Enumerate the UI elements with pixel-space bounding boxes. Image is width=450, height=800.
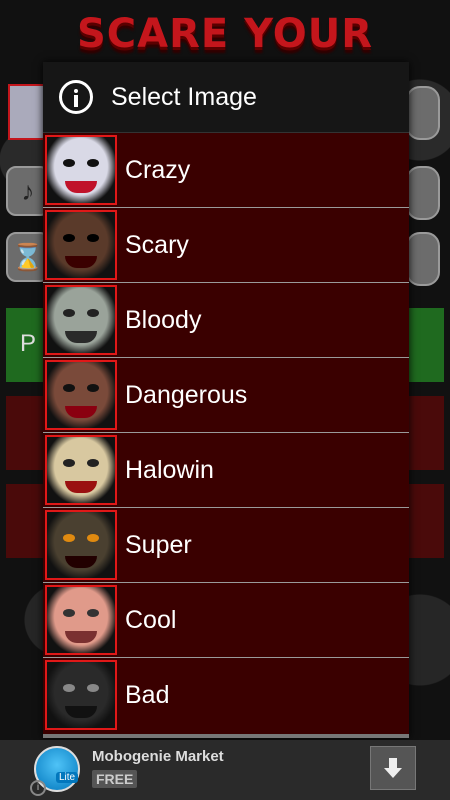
bloody-face-thumbnail-icon [45, 285, 117, 355]
bad-face-thumbnail-icon [45, 660, 117, 730]
background-green-button-label: P [20, 330, 37, 357]
image-option-dangerous[interactable]: Dangerous [43, 357, 409, 432]
image-option-halowin[interactable]: Halowin [43, 432, 409, 507]
image-option-label: Super [125, 530, 192, 559]
scary-face-thumbnail-icon [45, 210, 117, 280]
image-option-crazy[interactable]: Crazy [43, 133, 409, 207]
ad-logo-tag: Lite [56, 772, 79, 783]
image-option-scary[interactable]: Scary [43, 207, 409, 282]
image-option-label: Bad [125, 680, 170, 709]
image-option-cool[interactable]: Cool [43, 582, 409, 657]
download-arrow-icon [384, 758, 402, 778]
right-control-2 [406, 166, 440, 220]
image-option-super[interactable]: Super [43, 507, 409, 582]
dialog-title: Select Image [111, 82, 257, 111]
image-option-label: Dangerous [125, 380, 248, 409]
ad-free-badge: FREE [92, 770, 138, 788]
cool-face-thumbnail-icon [45, 585, 117, 655]
image-option-label: Crazy [125, 155, 191, 184]
super-face-thumbnail-icon [45, 510, 117, 580]
right-control-1 [406, 86, 440, 140]
right-control-3 [406, 232, 440, 286]
ad-info-icon[interactable]: i [30, 780, 46, 796]
halowin-face-thumbnail-icon [45, 435, 117, 505]
select-image-dialog: Select Image Crazy Scary Bloody Dangerous Ha… [43, 62, 409, 738]
image-option-label: Bloody [125, 305, 202, 334]
image-option-bad[interactable]: Bad [43, 657, 409, 732]
download-button[interactable] [370, 746, 416, 790]
dialog-bottom-edge [43, 734, 409, 738]
selected-image-preview [8, 84, 48, 140]
image-option-label: Halowin [125, 455, 214, 484]
crazy-face-thumbnail-icon [45, 135, 117, 205]
image-option-bloody[interactable]: Bloody [43, 282, 409, 357]
image-option-label: Cool [125, 605, 177, 634]
ad-banner[interactable]: Lite Mobogenie Market FREE [0, 740, 450, 800]
dangerous-face-thumbnail-icon [45, 360, 117, 430]
info-icon [59, 80, 93, 114]
image-option-label: Scary [125, 230, 189, 259]
image-list: Crazy Scary Bloody Dangerous Halowin Super Coo… [43, 133, 409, 732]
ad-app-name[interactable]: Mobogenie Market [92, 748, 224, 765]
dialog-header: Select Image [43, 62, 409, 133]
